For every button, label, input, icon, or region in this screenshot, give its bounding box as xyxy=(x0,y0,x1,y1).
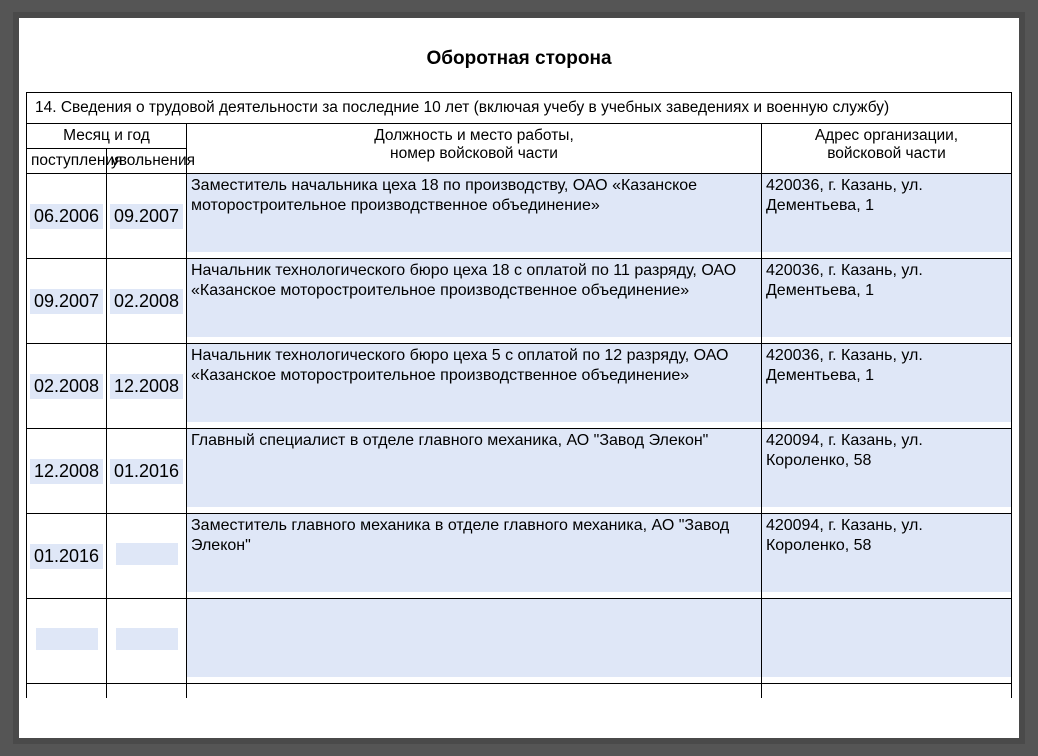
end-date-cell: 02.2008 xyxy=(107,259,187,344)
start-date-input[interactable]: 12.2008 xyxy=(30,459,103,484)
address-cell xyxy=(761,684,1011,698)
start-date-input[interactable]: 09.2007 xyxy=(30,289,103,314)
address-input[interactable]: 420036, г. Казань, ул. Дементьева, 1 xyxy=(762,259,1011,337)
section-14-header: 14. Сведения о трудовой деятельности за … xyxy=(27,93,1012,124)
table-row xyxy=(27,599,1012,684)
table-row: 12.2008 01.2016 Главный специалист в отд… xyxy=(27,429,1012,514)
address-cell: 420036, г. Казань, ул. Дементьева, 1 xyxy=(761,174,1011,259)
address-input[interactable] xyxy=(762,599,1011,677)
position-input[interactable]: Заместитель главного механика в отделе г… xyxy=(187,514,761,592)
position-cell: Заместитель главного механика в отделе г… xyxy=(187,514,762,599)
address-cell xyxy=(761,599,1011,684)
address-cell: 420036, г. Казань, ул. Дементьева, 1 xyxy=(761,344,1011,429)
header-row-1: Месяц и год Должность и место работы, но… xyxy=(27,124,1012,149)
document-page: Оборотная сторона 14. Сведения о трудово… xyxy=(19,18,1019,738)
start-date-cell: 01.2016 xyxy=(27,514,107,599)
page-wrapper: Оборотная сторона 14. Сведения о трудово… xyxy=(13,12,1025,744)
address-cell: 420036, г. Казань, ул. Дементьева, 1 xyxy=(761,259,1011,344)
start-date-input[interactable]: 06.2006 xyxy=(30,204,103,229)
start-date-cell: 02.2008 xyxy=(27,344,107,429)
table-row: 01.2016 Заместитель главного механика в … xyxy=(27,514,1012,599)
end-date-cell xyxy=(107,514,187,599)
start-date-cell xyxy=(27,684,107,698)
end-date-cell xyxy=(107,684,187,698)
col-position: Должность и место работы, номер войсково… xyxy=(187,124,762,174)
position-cell: Начальник технологического бюро цеха 18 … xyxy=(187,259,762,344)
start-date-cell xyxy=(27,599,107,684)
unit-label: номер войсковой части xyxy=(191,145,757,163)
position-input[interactable]: Главный специалист в отделе главного мех… xyxy=(187,429,761,507)
end-date-cell: 01.2016 xyxy=(107,429,187,514)
table-row: 09.2007 02.2008 Начальник технологическо… xyxy=(27,259,1012,344)
position-cell xyxy=(187,599,762,684)
address-input[interactable]: 420094, г. Казань, ул. Короленко, 58 xyxy=(762,429,1011,507)
col-address: Адрес организации, войсковой части xyxy=(761,124,1011,174)
col-end: увольнения xyxy=(107,149,187,174)
position-cell: Заместитель начальника цеха 18 по произв… xyxy=(187,174,762,259)
addr-unit-label: войсковой части xyxy=(766,145,1007,163)
end-date-input[interactable]: 09.2007 xyxy=(110,204,183,229)
start-date-input[interactable]: 01.2016 xyxy=(30,544,103,569)
position-cell xyxy=(187,684,762,698)
address-input[interactable]: 420036, г. Казань, ул. Дементьева, 1 xyxy=(762,344,1011,422)
address-cell: 420094, г. Казань, ул. Короленко, 58 xyxy=(761,514,1011,599)
employment-table: 14. Сведения о трудовой деятельности за … xyxy=(26,92,1012,698)
end-date-input[interactable]: 02.2008 xyxy=(110,289,183,314)
end-date-input[interactable]: 12.2008 xyxy=(110,374,183,399)
end-date-input[interactable] xyxy=(116,543,178,565)
table-row-partial xyxy=(27,684,1012,698)
position-input[interactable] xyxy=(187,599,761,677)
address-input[interactable]: 420036, г. Казань, ул. Дементьева, 1 xyxy=(762,174,1011,252)
end-date-cell xyxy=(107,599,187,684)
position-cell: Главный специалист в отделе главного мех… xyxy=(187,429,762,514)
end-date-cell: 09.2007 xyxy=(107,174,187,259)
end-date-cell: 12.2008 xyxy=(107,344,187,429)
start-date-input[interactable]: 02.2008 xyxy=(30,374,103,399)
address-cell: 420094, г. Казань, ул. Короленко, 58 xyxy=(761,429,1011,514)
start-date-cell: 06.2006 xyxy=(27,174,107,259)
position-input[interactable]: Заместитель начальника цеха 18 по произв… xyxy=(187,174,761,252)
end-date-input[interactable] xyxy=(116,628,178,650)
col-month-year: Месяц и год xyxy=(27,124,187,149)
start-date-input[interactable] xyxy=(36,628,98,650)
table-row: 06.2006 09.2007 Заместитель начальника ц… xyxy=(27,174,1012,259)
position-label: Должность и место работы, xyxy=(191,127,757,145)
position-input[interactable]: Начальник технологического бюро цеха 18 … xyxy=(187,259,761,337)
position-cell: Начальник технологического бюро цеха 5 с… xyxy=(187,344,762,429)
header-row-14: 14. Сведения о трудовой деятельности за … xyxy=(27,93,1012,124)
start-date-cell: 12.2008 xyxy=(27,429,107,514)
page-title: Оборотная сторона xyxy=(26,48,1012,70)
position-input[interactable]: Начальник технологического бюро цеха 5 с… xyxy=(187,344,761,422)
address-label: Адрес организации, xyxy=(766,127,1007,145)
table-row: 02.2008 12.2008 Начальник технологическо… xyxy=(27,344,1012,429)
start-date-cell: 09.2007 xyxy=(27,259,107,344)
end-date-input[interactable]: 01.2016 xyxy=(110,459,183,484)
col-start: поступления xyxy=(27,149,107,174)
address-input[interactable]: 420094, г. Казань, ул. Короленко, 58 xyxy=(762,514,1011,592)
